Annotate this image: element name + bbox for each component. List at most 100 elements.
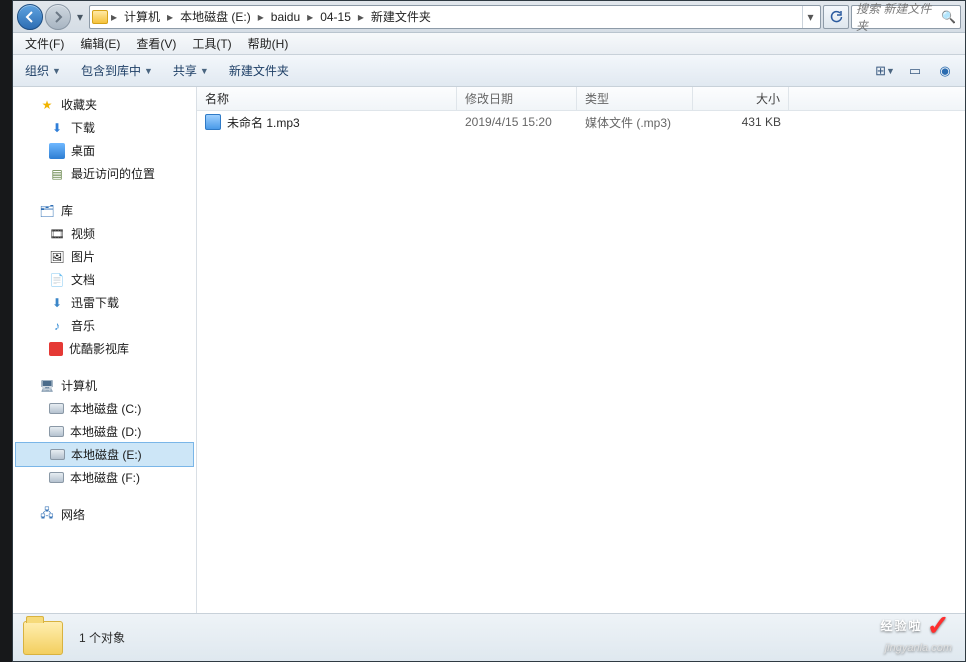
network-header[interactable]: 🖧 网络 bbox=[13, 503, 196, 526]
refresh-button[interactable] bbox=[823, 5, 849, 29]
arrow-left-icon bbox=[24, 11, 36, 23]
sidebar-drive-d[interactable]: 本地磁盘 (D:) bbox=[13, 420, 196, 443]
music-icon: ♪ bbox=[49, 318, 65, 334]
view-options-button[interactable]: ⊞ ▼ bbox=[875, 62, 895, 80]
network-group: 🖧 网络 bbox=[13, 503, 196, 526]
search-input[interactable]: 搜索 新建文件夹 🔍 bbox=[851, 5, 961, 29]
computer-group: 🖥 计算机 本地磁盘 (C:) 本地磁盘 (D:) 本地磁盘 (E:) 本地磁盘… bbox=[13, 374, 196, 489]
toolbar-right: ⊞ ▼ ▭ ◉ bbox=[875, 62, 955, 80]
menu-view[interactable]: 查看(V) bbox=[130, 33, 182, 54]
file-type: 媒体文件 (.mp3) bbox=[577, 114, 693, 131]
star-icon: ★ bbox=[39, 97, 55, 113]
folder-icon bbox=[92, 10, 108, 24]
menu-bar: 文件(F) 编辑(E) 查看(V) 工具(T) 帮助(H) bbox=[13, 33, 965, 55]
organize-button[interactable]: 组织 ▼ bbox=[23, 59, 63, 82]
preview-pane-button[interactable]: ▭ bbox=[905, 62, 925, 80]
chevron-right-icon[interactable]: ▸ bbox=[306, 10, 314, 24]
chevron-down-icon: ▼ bbox=[200, 66, 209, 76]
xunlei-icon: ⬇ bbox=[49, 295, 65, 311]
file-rows: 未命名 1.mp3 2019/4/15 15:20 媒体文件 (.mp3) 43… bbox=[197, 111, 965, 613]
forward-button[interactable] bbox=[45, 4, 71, 30]
search-icon: 🔍 bbox=[941, 10, 956, 24]
chevron-down-icon: ▼ bbox=[52, 66, 61, 76]
status-bar: 1 个对象 bbox=[13, 613, 965, 661]
share-button[interactable]: 共享 ▼ bbox=[171, 59, 211, 82]
sidebar-documents[interactable]: 📄文档 bbox=[13, 268, 196, 291]
sidebar-music[interactable]: ♪音乐 bbox=[13, 314, 196, 337]
back-button[interactable] bbox=[17, 4, 43, 30]
sidebar-drive-e[interactable]: 本地磁盘 (E:) bbox=[15, 442, 194, 467]
sidebar-videos[interactable]: 🎞视频 bbox=[13, 222, 196, 245]
menu-file[interactable]: 文件(F) bbox=[19, 33, 70, 54]
menu-tools[interactable]: 工具(T) bbox=[186, 33, 237, 54]
menu-edit[interactable]: 编辑(E) bbox=[74, 33, 126, 54]
check-icon: ✓ bbox=[927, 609, 952, 642]
folder-large-icon bbox=[23, 621, 63, 655]
video-icon: 🎞 bbox=[49, 226, 65, 242]
document-icon: 📄 bbox=[49, 272, 65, 288]
nav-history-dropdown[interactable]: ▾ bbox=[73, 4, 87, 30]
file-list-area: 名称 修改日期 类型 大小 未命名 1.mp3 2019/4/15 15:20 … bbox=[197, 87, 965, 613]
new-folder-button[interactable]: 新建文件夹 bbox=[227, 59, 291, 82]
sidebar-xunlei[interactable]: ⬇迅雷下载 bbox=[13, 291, 196, 314]
desktop-icon bbox=[49, 143, 65, 159]
file-row[interactable]: 未命名 1.mp3 2019/4/15 15:20 媒体文件 (.mp3) 43… bbox=[197, 111, 965, 133]
sidebar-downloads[interactable]: ⬇下载 bbox=[13, 116, 196, 139]
favorites-header[interactable]: ★ 收藏夹 bbox=[13, 93, 196, 116]
body-split: ★ 收藏夹 ⬇下载 桌面 ▤最近访问的位置 🗂 库 🎞视频 🖼图片 📄文档 ⬇迅… bbox=[13, 87, 965, 613]
address-bar[interactable]: ▸ 计算机 ▸ 本地磁盘 (E:) ▸ baidu ▸ 04-15 ▸ 新建文件… bbox=[89, 5, 821, 29]
drive-icon bbox=[49, 403, 64, 414]
crumb-drive-e[interactable]: 本地磁盘 (E:) bbox=[176, 7, 255, 27]
search-placeholder: 搜索 新建文件夹 bbox=[856, 0, 937, 34]
crumb-baidu[interactable]: baidu bbox=[267, 7, 304, 27]
computer-header[interactable]: 🖥 计算机 bbox=[13, 374, 196, 397]
col-size[interactable]: 大小 bbox=[693, 87, 789, 110]
sidebar-desktop[interactable]: 桌面 bbox=[13, 139, 196, 162]
col-date[interactable]: 修改日期 bbox=[457, 87, 577, 110]
address-row: ▾ ▸ 计算机 ▸ 本地磁盘 (E:) ▸ baidu ▸ 04-15 ▸ 新建… bbox=[13, 1, 965, 33]
recent-icon: ▤ bbox=[49, 166, 65, 182]
window-left-border bbox=[0, 0, 12, 662]
chevron-right-icon[interactable]: ▸ bbox=[257, 10, 265, 24]
status-count: 1 个对象 bbox=[79, 629, 125, 646]
sidebar-pictures[interactable]: 🖼图片 bbox=[13, 245, 196, 268]
file-name: 未命名 1.mp3 bbox=[227, 114, 300, 131]
col-type[interactable]: 类型 bbox=[577, 87, 693, 110]
chevron-down-icon: ▼ bbox=[144, 66, 153, 76]
include-library-button[interactable]: 包含到库中 ▼ bbox=[79, 59, 155, 82]
column-headers: 名称 修改日期 类型 大小 bbox=[197, 87, 965, 111]
explorer-window: ▾ ▸ 计算机 ▸ 本地磁盘 (E:) ▸ baidu ▸ 04-15 ▸ 新建… bbox=[12, 0, 966, 662]
navigation-pane: ★ 收藏夹 ⬇下载 桌面 ▤最近访问的位置 🗂 库 🎞视频 🖼图片 📄文档 ⬇迅… bbox=[13, 87, 197, 613]
col-name[interactable]: 名称 bbox=[197, 87, 457, 110]
sidebar-drive-c[interactable]: 本地磁盘 (C:) bbox=[13, 397, 196, 420]
arrow-right-icon bbox=[52, 11, 64, 23]
drive-icon bbox=[49, 472, 64, 483]
file-size: 431 KB bbox=[693, 115, 789, 129]
network-icon: 🖧 bbox=[39, 507, 55, 523]
library-icon: 🗂 bbox=[39, 203, 55, 219]
sidebar-drive-f[interactable]: 本地磁盘 (F:) bbox=[13, 466, 196, 489]
drive-icon bbox=[50, 449, 65, 460]
sidebar-youku[interactable]: 优酷影视库 bbox=[13, 337, 196, 360]
file-date: 2019/4/15 15:20 bbox=[457, 115, 577, 129]
drive-icon bbox=[49, 426, 64, 437]
help-button[interactable]: ◉ bbox=[935, 62, 955, 80]
crumb-0415[interactable]: 04-15 bbox=[316, 7, 355, 27]
favorites-group: ★ 收藏夹 ⬇下载 桌面 ▤最近访问的位置 bbox=[13, 93, 196, 185]
address-dropdown[interactable]: ▾ bbox=[802, 6, 818, 28]
libraries-header[interactable]: 🗂 库 bbox=[13, 199, 196, 222]
menu-help[interactable]: 帮助(H) bbox=[242, 33, 295, 54]
toolbar: 组织 ▼ 包含到库中 ▼ 共享 ▼ 新建文件夹 ⊞ ▼ ▭ ◉ bbox=[13, 55, 965, 87]
chevron-right-icon[interactable]: ▸ bbox=[357, 10, 365, 24]
refresh-icon bbox=[829, 10, 843, 24]
libraries-group: 🗂 库 🎞视频 🖼图片 📄文档 ⬇迅雷下载 ♪音乐 优酷影视库 bbox=[13, 199, 196, 360]
crumb-newfolder[interactable]: 新建文件夹 bbox=[367, 7, 435, 27]
picture-icon: 🖼 bbox=[49, 249, 65, 265]
watermark: 经验啦✓ jingyanla.com bbox=[881, 609, 952, 654]
crumb-computer[interactable]: 计算机 bbox=[120, 7, 164, 27]
youku-icon bbox=[49, 342, 63, 356]
sidebar-recent[interactable]: ▤最近访问的位置 bbox=[13, 162, 196, 185]
chevron-right-icon[interactable]: ▸ bbox=[166, 10, 174, 24]
chevron-right-icon[interactable]: ▸ bbox=[110, 10, 118, 24]
download-icon: ⬇ bbox=[49, 120, 65, 136]
